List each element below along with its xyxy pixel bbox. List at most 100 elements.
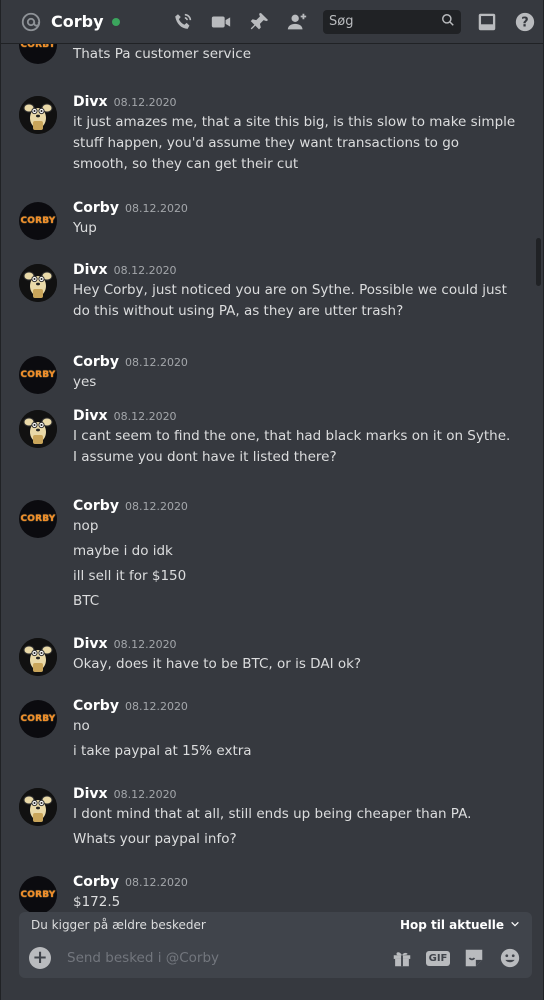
sticker-icon[interactable] <box>462 946 486 970</box>
message-text: maybe i do idk <box>73 543 173 559</box>
inbox-icon[interactable] <box>475 10 499 34</box>
gif-icon[interactable]: GIF <box>425 946 451 970</box>
corby-logo-text: CORBY <box>20 714 56 724</box>
avatar[interactable]: CORBY <box>19 500 57 538</box>
dm-window: Corby Søg ? CORBY Thats Pa customer servi… <box>0 0 544 1000</box>
avatar[interactable]: CORBY <box>19 700 57 738</box>
message-text: I dont mind that at all, still ends up b… <box>73 806 472 822</box>
message-text: Yup <box>73 220 97 236</box>
gift-icon[interactable] <box>390 946 414 970</box>
svg-text:?: ? <box>521 15 528 30</box>
message-timestamp: 08.12.2020 <box>124 876 188 889</box>
message-text: Hey Corby, just noticed you are on Sythe… <box>73 282 507 298</box>
help-icon[interactable]: ? <box>513 10 537 34</box>
avatar[interactable] <box>19 264 57 302</box>
message-text: it just amazes me, that a site this big,… <box>73 114 516 130</box>
dog-avatar-icon <box>19 410 57 448</box>
message-author[interactable]: Divx 08.12.2020 <box>73 408 177 424</box>
jump-to-present-button[interactable]: Hop til aktuelle <box>400 918 520 932</box>
message-author[interactable]: Corby 08.12.2020 <box>73 354 188 370</box>
avatar[interactable]: CORBY <box>19 876 57 912</box>
message-text: Whats your paypal info? <box>73 831 237 847</box>
message-text: stuff happen, you'd assume they want tra… <box>73 135 460 151</box>
message-text: smooth, so they can get their cut <box>73 156 299 172</box>
message-timestamp: 08.12.2020 <box>113 788 177 801</box>
jump-to-present-label: Hop til aktuelle <box>399 918 504 932</box>
message-timestamp: 08.12.2020 <box>124 356 188 369</box>
avatar[interactable]: CORBY <box>19 202 57 240</box>
message-composer: + GIF <box>19 938 532 978</box>
emoji-icon[interactable] <box>498 946 522 970</box>
message-timestamp: 08.12.2020 <box>113 410 177 423</box>
message-author[interactable]: Corby 08.12.2020 <box>73 200 188 216</box>
search-placeholder: Søg <box>329 14 354 29</box>
message-author[interactable]: Corby 08.12.2020 <box>73 874 188 890</box>
author-name: Divx <box>73 262 108 278</box>
call-icon[interactable] <box>171 10 195 34</box>
dog-avatar-icon <box>19 96 57 134</box>
message-text: no <box>73 718 90 734</box>
message-text: BTC <box>73 593 100 609</box>
dog-avatar-icon <box>19 638 57 676</box>
online-status-indicator <box>111 17 120 26</box>
corby-logo-text: CORBY <box>20 216 56 226</box>
author-name: Divx <box>73 636 108 652</box>
message-timestamp: 08.12.2020 <box>124 500 188 513</box>
message-text: do this without using PA, as they are ut… <box>73 303 404 319</box>
older-messages-text: Du kigger på ældre beskeder <box>31 918 206 932</box>
message-author[interactable]: Corby 08.12.2020 <box>73 698 188 714</box>
avatar[interactable] <box>19 638 57 676</box>
avatar[interactable]: CORBY <box>19 356 57 394</box>
add-attachment-icon[interactable]: + <box>29 947 51 969</box>
channel-header: Corby Søg ? <box>1 0 543 44</box>
video-icon[interactable] <box>209 10 233 34</box>
pin-icon[interactable] <box>247 10 271 34</box>
author-name: Corby <box>73 354 119 370</box>
search-icon <box>441 12 455 31</box>
avatar[interactable]: CORBY <box>19 44 57 64</box>
corby-logo-text: CORBY <box>20 514 56 524</box>
message-text: ill sell it for $150 <box>73 568 187 584</box>
author-name: Divx <box>73 786 108 802</box>
author-name: Corby <box>73 200 119 216</box>
chevron-down-icon <box>510 918 520 932</box>
dog-avatar-icon <box>19 788 57 826</box>
message-timestamp: 08.12.2020 <box>124 700 188 713</box>
message-author[interactable]: Corby 08.12.2020 <box>73 498 188 514</box>
author-name: Corby <box>73 874 119 890</box>
corby-logo-text: CORBY <box>20 370 56 380</box>
message-author[interactable]: Divx 08.12.2020 <box>73 786 177 802</box>
message-timestamp: 08.12.2020 <box>113 96 177 109</box>
message-text: i take paypal at 15% extra <box>73 743 252 759</box>
author-name: Divx <box>73 408 108 424</box>
corby-logo-text: CORBY <box>20 44 56 50</box>
author-name: Corby <box>73 498 119 514</box>
message-text: $172.5 <box>73 894 121 910</box>
message-text: yes <box>73 374 97 390</box>
add-friend-icon[interactable] <box>285 10 309 34</box>
message-list[interactable]: CORBY Thats Pa customer service Divx 08.12.… <box>1 44 543 912</box>
message-text: Okay, does it have to be BTC, or is DAI … <box>73 656 362 672</box>
scrollbar[interactable] <box>536 238 541 286</box>
older-messages-bar: Du kigger på ældre beskeder Hop til aktu… <box>19 912 532 938</box>
at-icon <box>19 10 43 34</box>
gif-label: GIF <box>425 950 451 966</box>
message-author[interactable]: Divx 08.12.2020 <box>73 94 177 110</box>
channel-title: Corby <box>51 12 104 31</box>
message-text: I cant seem to find the one, that had bl… <box>73 428 511 444</box>
author-name: Corby <box>73 698 119 714</box>
avatar[interactable] <box>19 788 57 826</box>
avatar[interactable] <box>19 410 57 448</box>
message-timestamp: 08.12.2020 <box>113 638 177 651</box>
message-author[interactable]: Divx 08.12.2020 <box>73 636 177 652</box>
message-text: Thats Pa customer service <box>73 46 252 62</box>
corby-logo-text: CORBY <box>20 890 56 900</box>
author-name: Divx <box>73 94 108 110</box>
message-timestamp: 08.12.2020 <box>124 202 188 215</box>
avatar[interactable] <box>19 96 57 134</box>
message-text: nop <box>73 518 99 534</box>
message-text: I assume you dont have it listed there? <box>73 449 337 465</box>
message-author[interactable]: Divx 08.12.2020 <box>73 262 177 278</box>
message-input[interactable] <box>67 950 378 966</box>
search-input[interactable]: Søg <box>323 9 461 34</box>
